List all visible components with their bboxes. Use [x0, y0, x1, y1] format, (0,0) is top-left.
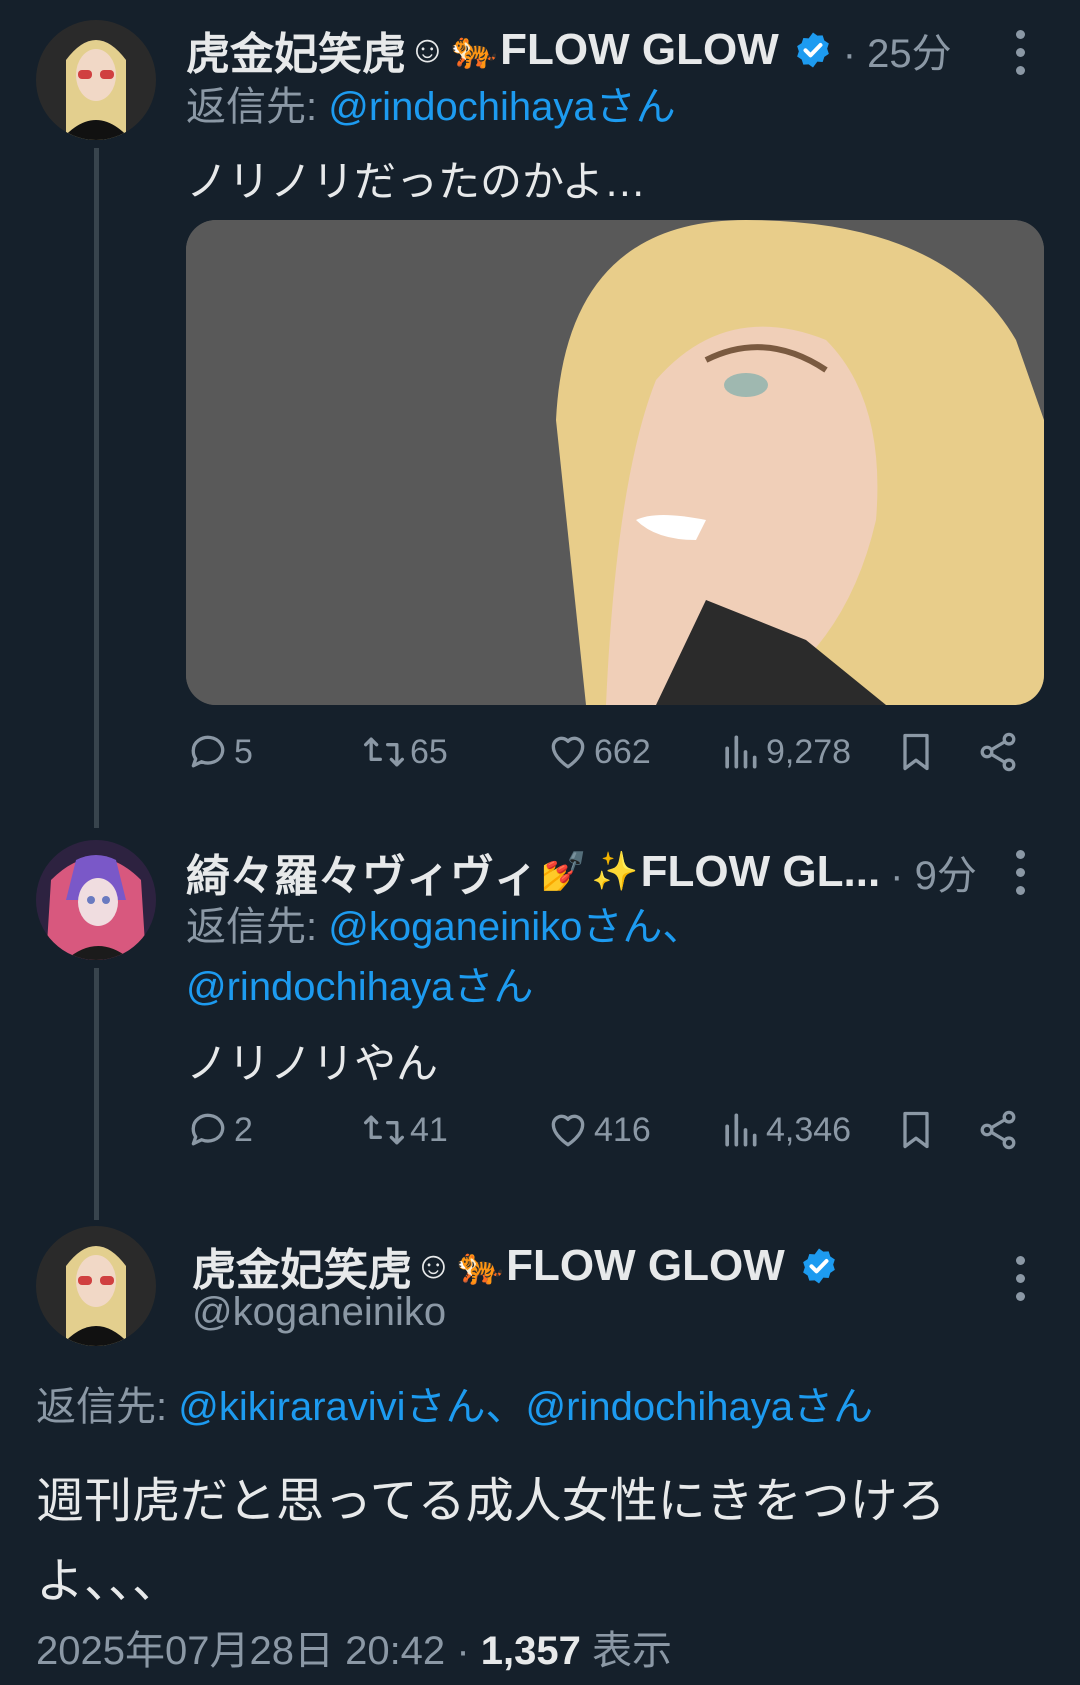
reply-count: 2 — [234, 1110, 253, 1149]
reply-mention[interactable]: @koganeinikoさん、 — [328, 905, 702, 949]
smile-emoji: ☺ — [408, 28, 447, 71]
reply-to: 返信先: @koganeinikoさん、 — [186, 898, 702, 956]
tweet-media-image[interactable] — [186, 220, 1044, 705]
verified-badge-icon — [802, 1248, 835, 1284]
retweet-icon — [364, 737, 404, 767]
views-count: 9,278 — [766, 732, 852, 771]
tweet-actions: 2 41 416 4,346 — [186, 1108, 1026, 1168]
reply-icon — [191, 735, 225, 768]
separator: · — [456, 1629, 470, 1673]
tweet-timestamp[interactable]: 2025年07月28日 20:42 — [36, 1629, 445, 1673]
author-name[interactable]: 虎金妃笑虎 — [192, 1234, 412, 1298]
reply-button[interactable]: 5 — [186, 730, 253, 774]
tiger-emoji: 🐅 — [456, 1245, 505, 1287]
views-icon — [725, 735, 757, 769]
view-count: 1,357 — [480, 1629, 581, 1673]
share-icon — [980, 732, 1016, 772]
tweet-author-row: 綺々羅々ヴィヴィ 💅 ✨ FLOW GL... · 9分 — [186, 840, 977, 904]
thread-line — [94, 968, 99, 1220]
sparkles-emoji: ✨ — [591, 851, 639, 893]
like-button[interactable]: 662 — [546, 730, 651, 774]
main-tweet-text: 週刊虎だと思ってる成人女性にきをつけろ よ、、、 — [36, 1462, 946, 1622]
avatar[interactable] — [36, 1226, 156, 1346]
tweet-text: ノリノリだったのかよ… — [186, 158, 646, 205]
tweet-time[interactable]: · 9分 — [890, 843, 977, 901]
nail-polish-emoji: 💅 — [540, 851, 588, 893]
reply-to: 返信先: @rindochihayaさん — [186, 78, 676, 136]
share-button[interactable] — [976, 730, 1024, 774]
reply-mention[interactable]: @rindochihayaさん — [328, 85, 675, 129]
retweet-button[interactable]: 65 — [362, 730, 448, 774]
retweet-button[interactable]: 41 — [362, 1108, 448, 1152]
author-handle[interactable]: @koganeiniko — [192, 1290, 446, 1335]
author-name[interactable]: 綺々羅々ヴィヴィ — [186, 840, 538, 904]
reply-count: 5 — [234, 732, 253, 771]
reply-button[interactable]: 2 — [186, 1108, 253, 1152]
views-count: 4,346 — [766, 1110, 852, 1149]
tweet-time[interactable]: · 25分 — [843, 21, 952, 79]
author-suffix[interactable]: FLOW GLOW — [506, 1241, 785, 1291]
reply-label: 返信先: — [186, 85, 318, 129]
more-icon[interactable] — [1014, 850, 1026, 904]
retweet-count: 65 — [410, 732, 448, 771]
more-icon[interactable] — [1014, 30, 1026, 84]
views-button[interactable]: 9,278 — [718, 730, 851, 774]
verified-badge-icon — [796, 32, 829, 68]
tweet-metadata: 2025年07月28日 20:42 · 1,357 表示 — [36, 1618, 672, 1676]
bookmark-icon — [903, 1111, 929, 1149]
thread-line — [94, 148, 99, 828]
smile-emoji: ☺ — [414, 1244, 453, 1287]
author-suffix[interactable]: FLOW GL... — [641, 847, 881, 897]
like-icon — [551, 1114, 585, 1147]
share-button[interactable] — [976, 1108, 1024, 1152]
reply-icon — [191, 1113, 225, 1146]
like-icon — [551, 736, 585, 769]
like-count: 662 — [594, 732, 651, 771]
tiger-emoji: 🐅 — [450, 29, 499, 71]
retweet-count: 41 — [410, 1110, 448, 1149]
reply-mention[interactable]: @kikiraraviviさん、@rindochihayaさん — [178, 1385, 873, 1429]
tweet-author-row: 虎金妃笑虎 ☺ 🐅 FLOW GLOW · 25分 — [186, 18, 952, 82]
tweet-text: ノリノリやん — [186, 1040, 439, 1087]
reply-label: 返信先: — [186, 905, 318, 949]
avatar[interactable] — [36, 20, 156, 140]
bookmark-icon — [903, 733, 929, 771]
author-name[interactable]: 虎金妃笑虎 — [186, 18, 406, 82]
reply-to-cont: @rindochihayaさん — [186, 958, 533, 1016]
reply-mention[interactable]: @rindochihayaさん — [186, 965, 533, 1009]
tweet-author-row: 虎金妃笑虎 ☺ 🐅 FLOW GLOW — [192, 1234, 839, 1298]
author-suffix[interactable]: FLOW GLOW — [500, 25, 779, 75]
main-tweet-text-line: よ、、、 — [36, 1555, 181, 1608]
bookmark-button[interactable] — [894, 730, 942, 774]
views-button[interactable]: 4,346 — [718, 1108, 851, 1152]
tweet-actions: 5 65 662 9,278 — [186, 730, 1026, 790]
main-tweet-text-line: 週刊虎だと思ってる成人女性にきをつけろ — [36, 1475, 946, 1528]
avatar[interactable] — [36, 840, 156, 960]
like-button[interactable]: 416 — [546, 1108, 651, 1152]
reply-to: 返信先: @kikiraraviviさん、@rindochihayaさん — [36, 1378, 873, 1436]
retweet-icon — [364, 1115, 404, 1145]
reply-label: 返信先: — [36, 1385, 168, 1429]
views-icon — [725, 1113, 757, 1147]
share-icon — [980, 1110, 1016, 1150]
view-label: 表示 — [592, 1629, 672, 1673]
like-count: 416 — [594, 1110, 651, 1149]
more-icon[interactable] — [1014, 1256, 1026, 1310]
bookmark-button[interactable] — [894, 1108, 942, 1152]
